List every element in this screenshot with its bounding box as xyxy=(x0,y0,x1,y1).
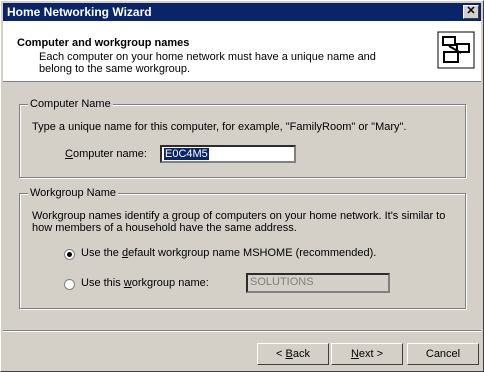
back-button[interactable]: < Back xyxy=(257,343,329,365)
header-title: Computer and workgroup names xyxy=(17,37,190,49)
default-workgroup-radio[interactable] xyxy=(64,249,75,260)
network-computers-icon xyxy=(437,31,475,69)
custom-workgroup-label[interactable]: Use this workgroup name: xyxy=(81,277,209,289)
computer-name-instructions: Type a unique name for this computer, fo… xyxy=(32,121,407,133)
button-separator xyxy=(3,330,481,332)
computer-name-label: Computer name: xyxy=(65,148,147,160)
workgroup-name-legend: Workgroup Name xyxy=(28,187,118,199)
computer-name-legend: Computer Name xyxy=(28,98,113,110)
header-description: Each computer on your home network must … xyxy=(39,51,376,75)
next-button[interactable]: Next > xyxy=(331,343,403,365)
window-title: Home Networking Wizard xyxy=(7,5,152,19)
wizard-window: Home Networking Wizard ✕ Computer and wo… xyxy=(0,0,484,372)
custom-workgroup-input[interactable]: SOLUTIONS xyxy=(246,273,390,293)
default-workgroup-label[interactable]: Use the default workgroup name MSHOME (r… xyxy=(81,247,376,259)
close-button[interactable]: ✕ xyxy=(463,5,479,19)
computer-name-input[interactable]: E0C4M5 xyxy=(160,145,296,163)
custom-workgroup-radio[interactable] xyxy=(64,279,75,290)
computer-name-value: E0C4M5 xyxy=(164,148,209,160)
cancel-button[interactable]: Cancel xyxy=(407,343,479,365)
title-bar[interactable]: Home Networking Wizard ✕ xyxy=(3,3,481,21)
wizard-header: Computer and workgroup names Each comput… xyxy=(3,21,481,82)
close-icon: ✕ xyxy=(466,5,476,17)
radio-selected-dot xyxy=(67,252,72,257)
workgroup-instructions: Workgroup names identify a group of comp… xyxy=(32,210,446,234)
computer-name-group: Computer Name xyxy=(19,98,466,178)
